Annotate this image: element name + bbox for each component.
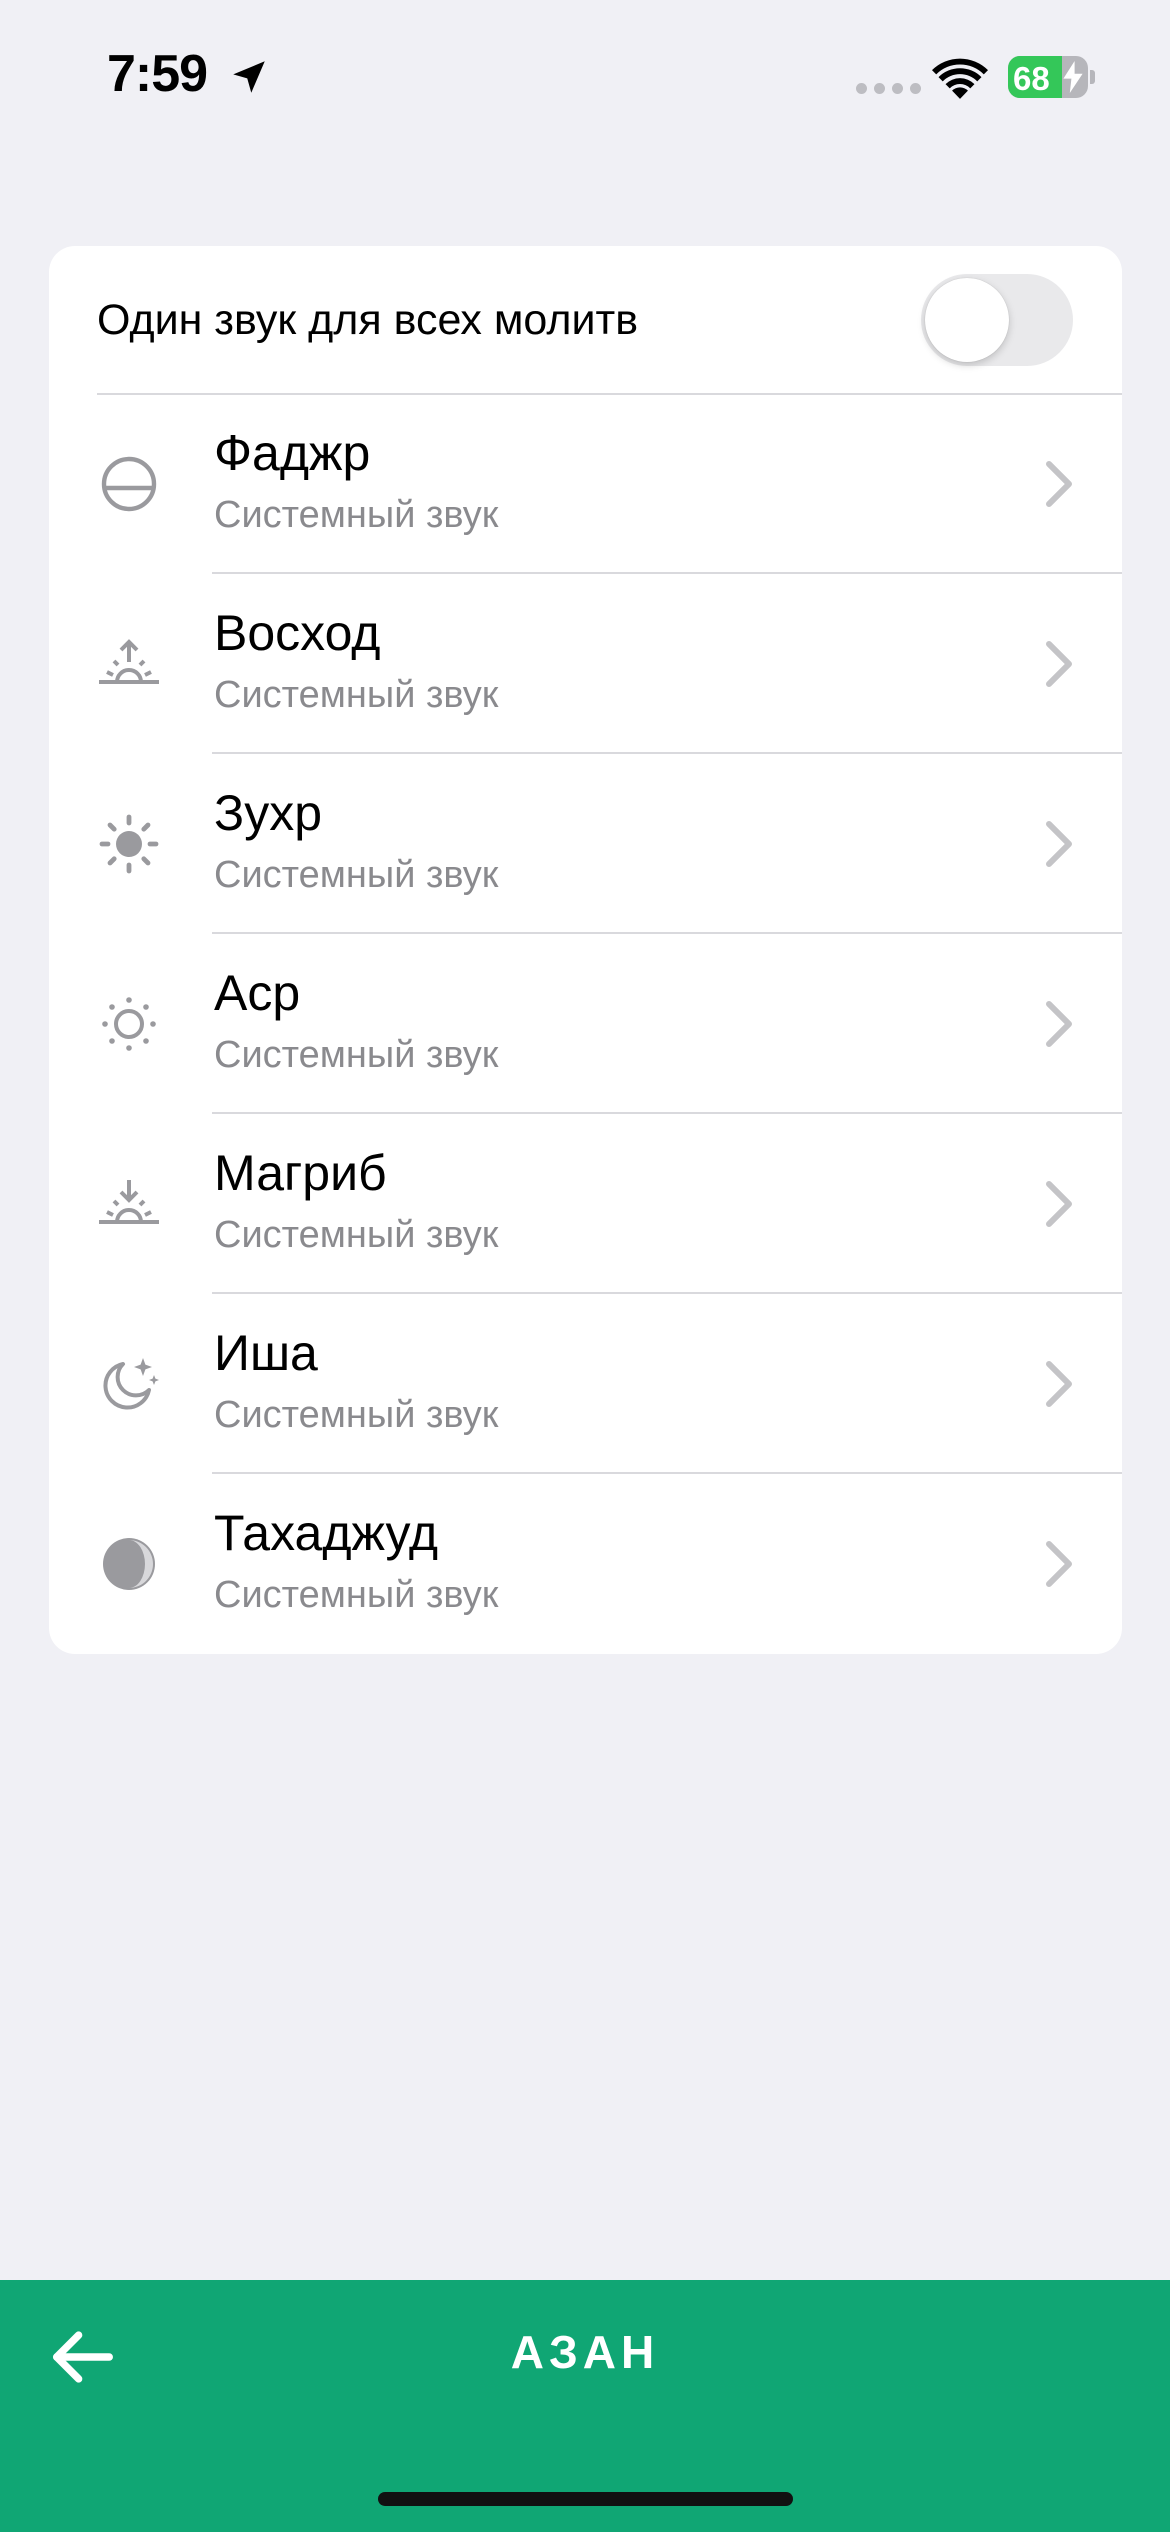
same-sound-toggle[interactable]	[921, 274, 1073, 366]
prayer-sound: Системный звук	[214, 1574, 499, 1616]
prayer-sounds-card: Один звук для всех молитв Фаджр Системны…	[49, 246, 1122, 1654]
prayer-name: Восход	[214, 605, 381, 661]
prayer-sound: Системный звук	[214, 1394, 499, 1436]
prayer-row-isha[interactable]: Иша Системный звук	[49, 1294, 1122, 1474]
chevron-right-icon	[1046, 461, 1072, 507]
prayer-row-asr[interactable]: Аср Системный звук	[49, 934, 1122, 1114]
sun-filled-icon	[99, 814, 159, 874]
prayer-sound: Системный звук	[214, 674, 499, 716]
chevron-right-icon	[1046, 1001, 1072, 1047]
chevron-right-icon	[1046, 1541, 1072, 1587]
chevron-right-icon	[1046, 821, 1072, 867]
prayer-name: Зухр	[214, 785, 323, 841]
bottom-nav-bar: АЗАН	[0, 2280, 1170, 2532]
prayer-row-dhuhr[interactable]: Зухр Системный звук	[49, 754, 1122, 934]
chevron-right-icon	[1046, 641, 1072, 687]
prayer-row-tahajjud[interactable]: Тахаджуд Системный звук	[49, 1474, 1122, 1654]
prayer-row-sunrise[interactable]: Восход Системный звук	[49, 574, 1122, 754]
half-moon-icon	[103, 1538, 155, 1590]
signal-dots-icon	[856, 83, 921, 94]
same-sound-row: Один звук для всех молитв	[49, 246, 1122, 394]
page-title: АЗАН	[510, 2326, 660, 2378]
horizon-circle-icon	[101, 456, 157, 512]
sunset-icon	[99, 1180, 159, 1224]
prayer-sound: Системный звук	[214, 494, 499, 536]
sunrise-icon	[99, 639, 159, 684]
toggle-knob	[925, 278, 1009, 362]
prayer-name: Тахаджуд	[214, 1505, 439, 1561]
prayer-name: Иша	[214, 1325, 318, 1381]
sun-outline-icon	[102, 997, 156, 1051]
prayer-name: Магриб	[214, 1145, 387, 1201]
status-bar: 7:59 68	[0, 0, 1170, 150]
battery-percent: 68	[1013, 60, 1050, 97]
prayer-row-fajr[interactable]: Фаджр Системный звук	[49, 394, 1122, 574]
prayer-row-maghrib[interactable]: Магриб Системный звук	[49, 1114, 1122, 1294]
home-indicator	[378, 2492, 793, 2506]
prayer-sound: Системный звук	[214, 1214, 499, 1256]
wifi-icon	[932, 58, 988, 99]
chevron-right-icon	[1046, 1361, 1072, 1407]
battery-charging-icon: 68	[1008, 56, 1095, 98]
prayer-sound: Системный звук	[214, 1034, 499, 1076]
location-arrow-icon	[233, 61, 265, 93]
same-sound-label: Один звук для всех молитв	[97, 296, 639, 344]
moon-stars-icon	[103, 1358, 159, 1410]
prayer-name: Аср	[214, 965, 301, 1021]
prayer-sound: Системный звук	[214, 854, 499, 896]
chevron-right-icon	[1046, 1181, 1072, 1227]
prayer-name: Фаджр	[214, 425, 371, 481]
status-time: 7:59	[107, 45, 208, 103]
